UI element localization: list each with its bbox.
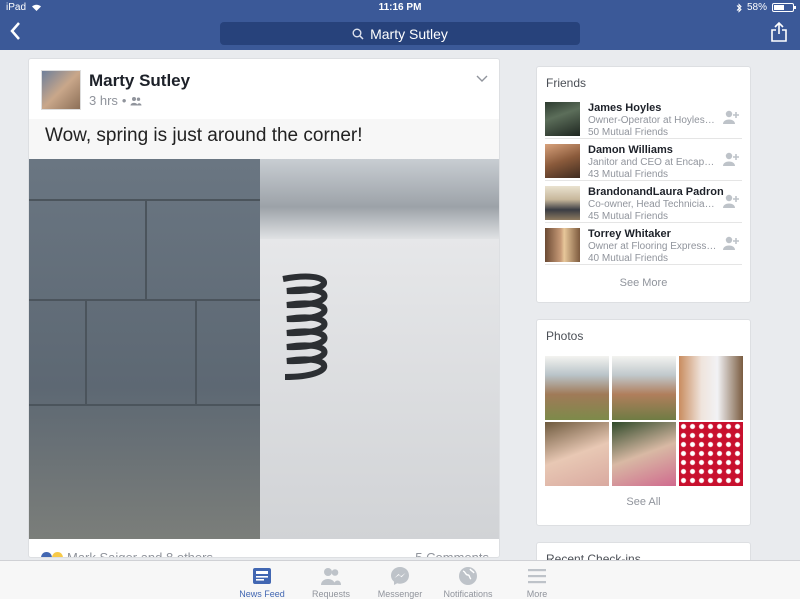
search-bar[interactable]: Marty Sutley	[220, 22, 580, 45]
friend-description: Owner at Flooring Expression...	[588, 241, 718, 252]
see-more-friends-button[interactable]: See More	[537, 265, 750, 301]
add-friend-button[interactable]	[722, 109, 740, 125]
friend-mutual: 45 Mutual Friends	[588, 211, 669, 222]
friend-avatar[interactable]	[545, 228, 580, 262]
friend-description: Co-owner, Head Technician at...	[588, 199, 718, 210]
clock: 11:16 PM	[378, 2, 422, 13]
friend-avatar[interactable]	[545, 144, 580, 178]
post-footer: Mark Saiger and 8 others 5 Comments	[29, 544, 499, 558]
friend-item[interactable]: Damon Williams Janitor and CEO at Encaps…	[545, 139, 742, 181]
messenger-icon	[391, 567, 409, 585]
photo-thumbnail[interactable]	[545, 422, 609, 486]
add-friend-button[interactable]	[722, 193, 740, 209]
post-time[interactable]: 3 hrs	[89, 93, 118, 108]
search-icon	[352, 28, 364, 40]
chevron-down-icon	[476, 75, 488, 82]
add-friend-button[interactable]	[722, 235, 740, 251]
bluetooth-icon	[736, 2, 742, 13]
tab-label: Messenger	[377, 589, 423, 599]
post-options-button[interactable]	[475, 71, 489, 85]
tab-requests[interactable]: Requests	[296, 565, 366, 599]
add-friend-icon	[723, 236, 739, 250]
tab-label: Notifications	[443, 589, 493, 599]
tab-news-feed[interactable]: News Feed	[227, 565, 297, 599]
tab-label: More	[526, 589, 548, 599]
share-button[interactable]	[770, 21, 790, 45]
photos-title: Photos	[546, 329, 584, 343]
photo-caption: Wow, spring is just around the corner!	[29, 119, 499, 159]
haha-reaction-icon	[52, 552, 63, 557]
author-name[interactable]: Marty Sutley	[89, 71, 190, 91]
friend-description: Owner-Operator at HoylesCle...	[588, 115, 718, 126]
friend-name[interactable]: Damon Williams	[588, 144, 673, 156]
friends-audience-icon	[130, 96, 142, 105]
friend-mutual: 50 Mutual Friends	[588, 127, 669, 138]
back-button[interactable]	[8, 20, 32, 46]
tab-label: News Feed	[239, 589, 285, 599]
friend-mutual: 43 Mutual Friends	[588, 169, 669, 180]
friend-name[interactable]: BrandonandLaura Padron	[588, 186, 724, 198]
globe-icon	[459, 567, 477, 585]
tab-label: Requests	[311, 589, 351, 599]
see-all-photos-button[interactable]: See All	[537, 490, 750, 526]
tab-more[interactable]: More	[502, 565, 572, 599]
friend-name[interactable]: James Hoyles	[588, 102, 661, 114]
reactions-text: Mark Saiger and 8 others	[67, 550, 213, 558]
friend-mutual: 40 Mutual Friends	[588, 253, 669, 264]
friend-avatar[interactable]	[545, 186, 580, 220]
tab-messenger[interactable]: Messenger	[365, 565, 435, 599]
friend-avatar[interactable]	[545, 102, 580, 136]
photo-road-area	[260, 159, 499, 239]
friend-item[interactable]: Torrey Whitaker Owner at Flooring Expres…	[545, 223, 742, 265]
friend-name[interactable]: Torrey Whitaker	[588, 228, 671, 240]
add-friend-icon	[723, 152, 739, 166]
like-reaction-icon	[41, 552, 52, 557]
friends-card: Friends James Hoyles Owner-Operator at H…	[536, 66, 751, 303]
menu-icon	[528, 569, 546, 584]
chevron-left-icon	[10, 22, 20, 40]
coil-spring-illustration	[282, 273, 328, 380]
post-photo[interactable]: Wow, spring is just around the corner!	[29, 119, 499, 539]
author-avatar[interactable]	[41, 70, 81, 110]
photo-wall-area	[29, 159, 260, 539]
battery-percent: 58%	[746, 2, 767, 13]
friend-item[interactable]: BrandonandLaura Padron Co-owner, Head Te…	[545, 181, 742, 223]
friends-title: Friends	[546, 76, 587, 90]
meta-separator: •	[121, 93, 127, 108]
battery-icon	[772, 3, 796, 12]
search-query: Marty Sutley	[370, 25, 448, 42]
share-icon	[771, 21, 787, 42]
friend-item[interactable]: James Hoyles Owner-Operator at HoylesCle…	[545, 97, 742, 139]
add-friend-icon	[723, 194, 739, 208]
friend-description: Janitor and CEO at Encapstor...	[588, 157, 718, 168]
comments-count[interactable]: 5 Comments	[415, 550, 489, 557]
photo-thumbnail[interactable]	[679, 422, 743, 486]
news-feed-icon	[253, 568, 271, 584]
post-meta: 3 hrs •	[89, 93, 142, 108]
photo-thumbnail[interactable]	[679, 356, 743, 420]
tab-bar: News Feed Requests Messenger Notificatio…	[0, 560, 800, 599]
add-friend-button[interactable]	[722, 151, 740, 167]
status-bar: iPad 11:16 PM 58%	[0, 0, 800, 16]
photo-thumbnail[interactable]	[545, 356, 609, 420]
tab-notifications[interactable]: Notifications	[433, 565, 503, 599]
friend-requests-icon	[321, 568, 341, 585]
post-card: Marty Sutley 3 hrs • Wow, spring is just…	[28, 58, 500, 558]
add-friend-icon	[723, 110, 739, 124]
reactions-summary[interactable]: Mark Saiger and 8 others	[41, 550, 213, 558]
photos-grid	[545, 350, 743, 490]
navigation-bar: Marty Sutley	[0, 16, 800, 50]
photo-thumbnail[interactable]	[612, 356, 676, 420]
photo-thumbnail[interactable]	[612, 422, 676, 486]
photos-card: Photos See All	[536, 319, 751, 526]
